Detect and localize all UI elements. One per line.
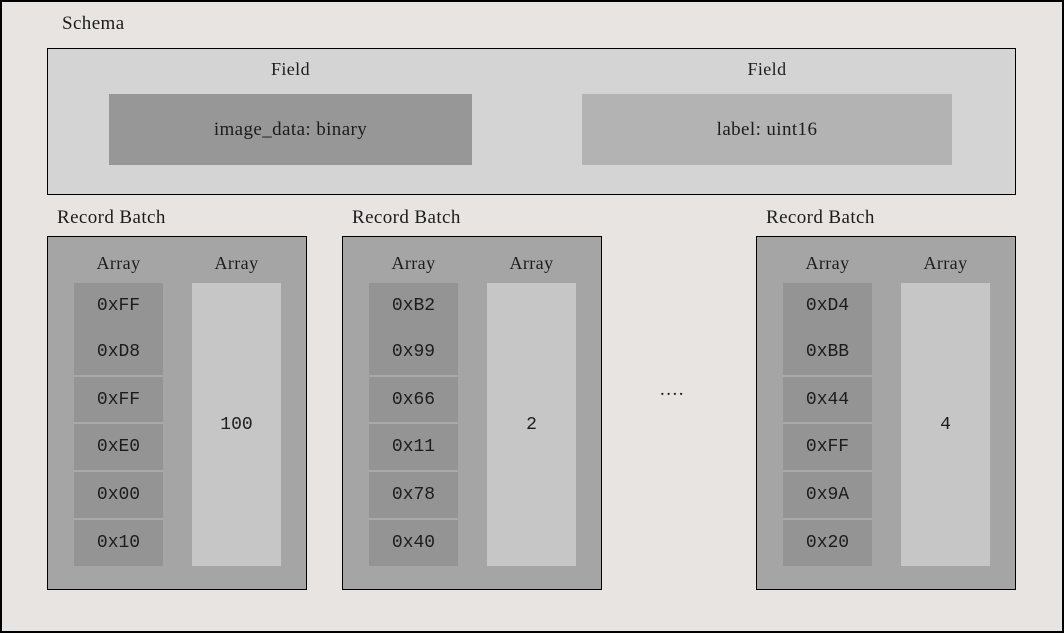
record-batch-box: Array Array 0xFF 0xD8 0xFF 0xE0 0x00 0x1… <box>47 236 307 590</box>
ellipsis: .... <box>660 379 685 401</box>
array-label: Array <box>369 253 458 274</box>
record-batch-title: Record Batch <box>57 207 166 229</box>
array-cell: 0x9A <box>783 470 872 518</box>
array-cell: 0x11 <box>369 422 458 470</box>
array-cell: 0x78 <box>369 470 458 518</box>
label-array-column: 100 <box>192 283 281 566</box>
array-cell: 0xD4 <box>783 283 872 329</box>
arrow-format-diagram: Schema Field image_data: binary Field la… <box>0 0 1064 633</box>
array-value: 2 <box>526 415 537 435</box>
array-label: Array <box>192 253 281 274</box>
binary-field-box: image_data: binary <box>109 94 472 165</box>
record-batch-title: Record Batch <box>352 207 461 229</box>
label-field-box: label: uint16 <box>582 94 952 165</box>
array-cell: 0x00 <box>74 470 163 518</box>
array-cell: 0xB2 <box>369 283 458 329</box>
array-cell: 0xBB <box>783 329 872 375</box>
array-label: Array <box>74 253 163 274</box>
schema-title: Schema <box>62 13 125 35</box>
array-cell: 0x66 <box>369 375 458 423</box>
array-value: 4 <box>940 415 951 435</box>
field-label: Field <box>582 59 952 80</box>
record-batch-box: Array Array 0xD4 0xBB 0x44 0xFF 0x9A 0x2… <box>756 236 1016 590</box>
binary-array-column: 0xD4 0xBB 0x44 0xFF 0x9A 0x20 <box>783 283 872 566</box>
array-cell: 0xE0 <box>74 422 163 470</box>
array-cell: 0x20 <box>783 518 872 566</box>
array-cell: 0x10 <box>74 518 163 566</box>
array-cell: 0xD8 <box>74 329 163 375</box>
array-value: 100 <box>220 415 252 435</box>
array-cell: 0x99 <box>369 329 458 375</box>
array-label: Array <box>901 253 990 274</box>
binary-array-column: 0xFF 0xD8 0xFF 0xE0 0x00 0x10 <box>74 283 163 566</box>
array-cell: 0x44 <box>783 375 872 423</box>
array-cell: 0xFF <box>74 283 163 329</box>
array-cell: 0xFF <box>74 375 163 423</box>
label-array-column: 2 <box>487 283 576 566</box>
array-cell: 0xFF <box>783 422 872 470</box>
array-cell: 0x40 <box>369 518 458 566</box>
array-label: Array <box>487 253 576 274</box>
schema-box: Field image_data: binary Field label: ui… <box>47 48 1016 195</box>
array-label: Array <box>783 253 872 274</box>
record-batch-box: Array Array 0xB2 0x99 0x66 0x11 0x78 0x4… <box>342 236 602 590</box>
field-label: Field <box>109 59 472 80</box>
record-batch-title: Record Batch <box>766 207 875 229</box>
label-array-column: 4 <box>901 283 990 566</box>
binary-array-column: 0xB2 0x99 0x66 0x11 0x78 0x40 <box>369 283 458 566</box>
